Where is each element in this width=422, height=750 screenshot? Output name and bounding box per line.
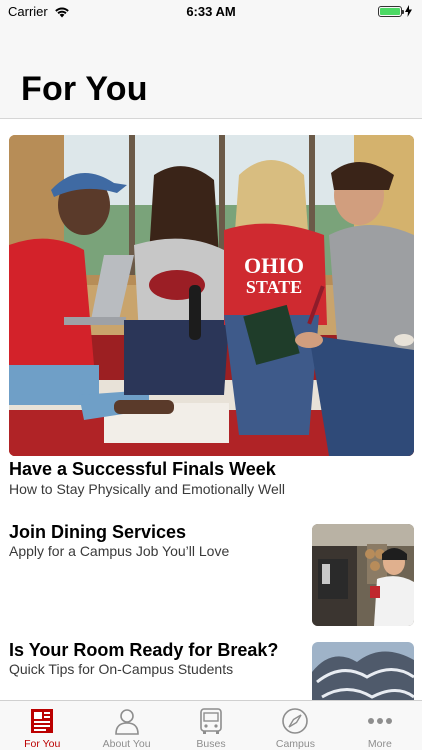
list-item[interactable]: Join Dining Services Apply for a Campus …: [0, 517, 422, 627]
page-title: For You: [21, 70, 148, 108]
article-title[interactable]: Is Your Room Ready for Break?: [9, 640, 278, 661]
tab-more[interactable]: More: [338, 701, 422, 750]
tab-for-you[interactable]: For You: [0, 701, 84, 750]
tab-label: For You: [24, 738, 61, 750]
battery-indicator: [378, 5, 412, 17]
svg-text:STATE: STATE: [246, 277, 302, 297]
hero-image[interactable]: OHIO STATE: [9, 135, 414, 456]
feed[interactable]: OHIO STATE Have a Successful Finals Week…: [0, 119, 422, 700]
hero-subtitle: How to Stay Physically and Emotionally W…: [9, 481, 285, 497]
tab-campus[interactable]: Campus: [253, 701, 337, 750]
svg-text:OHIO: OHIO: [244, 253, 304, 278]
status-time: 6:33 AM: [186, 4, 236, 19]
list-item[interactable]: Is Your Room Ready for Break? Quick Tips…: [0, 635, 422, 700]
article-subtitle: Apply for a Campus Job You’ll Love: [9, 543, 230, 559]
compass-icon: [282, 708, 309, 734]
charging-bolt-icon: [405, 5, 412, 17]
more-dots-icon: [367, 718, 392, 724]
tab-label: About You: [102, 738, 151, 750]
tab-about-you[interactable]: About You: [84, 701, 168, 750]
person-icon: [114, 709, 139, 735]
tab-buses[interactable]: Buses: [169, 701, 253, 750]
status-bar: Carrier 6:33 AM: [0, 0, 422, 22]
battery-icon: [378, 5, 404, 17]
nav-header: For You: [0, 22, 422, 119]
winter-tree-thumbnail[interactable]: [312, 642, 414, 700]
tab-label: Buses: [196, 738, 226, 750]
article-title[interactable]: Join Dining Services: [9, 522, 186, 543]
tab-label: Campus: [275, 738, 315, 750]
article-subtitle: Quick Tips for On-Campus Students: [9, 661, 234, 677]
hero-title[interactable]: Have a Successful Finals Week: [9, 459, 276, 480]
newspaper-icon: [31, 709, 54, 733]
tab-label: More: [367, 738, 392, 750]
tab-bar: For You About You Buses Campus More: [0, 700, 422, 750]
bus-icon: [200, 708, 222, 734]
students-studying-photo: OHIO STATE: [9, 135, 414, 456]
dining-services-thumbnail[interactable]: [312, 524, 414, 626]
